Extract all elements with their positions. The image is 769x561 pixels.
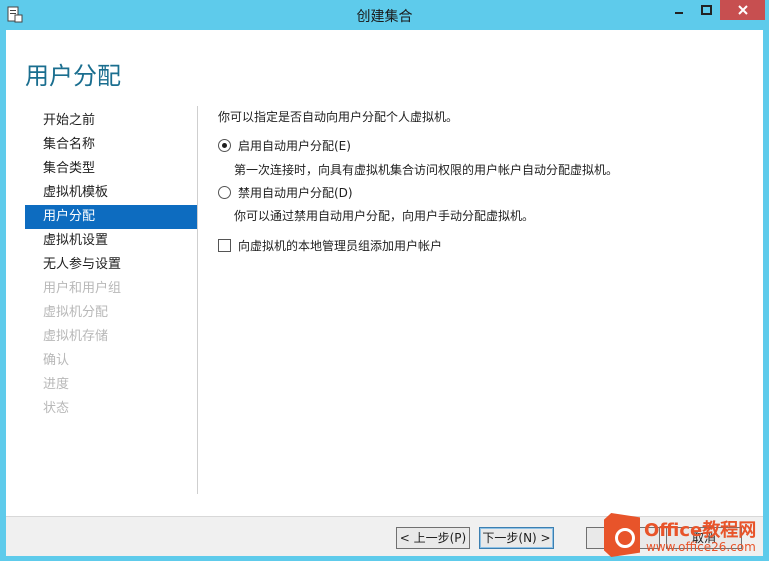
wizard-body: 用户分配 开始之前 集合名称 集合类型 虚拟机模板 用户分配 虚拟机设置 无人参… [6,30,763,556]
page-title: 用户分配 [25,62,121,90]
next-button[interactable]: 下一步(N) > [479,527,554,549]
nav-item-collection-name[interactable]: 集合名称 [25,133,197,157]
nav-item-confirmation: 确认 [43,353,70,368]
disable-auto-assignment-label[interactable]: 禁用自动用户分配(D) [238,184,353,201]
title-bar: 创建集合 [0,0,769,30]
disable-auto-assignment-option[interactable]: 禁用自动用户分配(D) [218,184,353,201]
nav-item-before-you-begin[interactable]: 开始之前 [25,109,197,133]
divider [197,106,198,494]
minimize-button[interactable] [666,0,692,20]
add-to-local-admins-option[interactable]: 向虚拟机的本地管理员组添加用户帐户 [218,237,442,254]
enable-auto-assignment-option[interactable]: 启用自动用户分配(E) [218,137,351,154]
nav-item-vm-allocation: 虚拟机分配 [43,305,109,320]
nav-item-users-groups: 用户和用户组 [43,281,122,296]
nav-item-vm-template[interactable]: 虚拟机模板 [25,181,197,205]
radio-selected-icon[interactable] [218,139,231,152]
nav-item-user-assignment[interactable]: 用户分配 [25,205,197,229]
watermark-title: Office教程网 [644,520,757,541]
window-title: 创建集合 [356,9,413,25]
enable-auto-assignment-label[interactable]: 启用自动用户分配(E) [238,137,351,154]
minimize-icon [675,12,683,14]
add-to-local-admins-label[interactable]: 向虚拟机的本地管理员组添加用户帐户 [238,237,442,254]
nav-item-vm-settings[interactable]: 虚拟机设置 [25,229,197,253]
maximize-button[interactable] [693,0,719,20]
nav-item-vm-storage: 虚拟机存储 [43,329,109,344]
office-logo-icon [604,513,640,557]
maximize-icon [700,5,712,15]
watermark: Office教程网 www.office26.com [600,510,769,561]
watermark-url: www.office26.com [646,540,756,554]
enable-auto-assignment-desc: 第一次连接时，向具有虚拟机集合访问权限的用户帐户自动分配虚拟机。 [234,163,619,177]
radio-unselected-icon[interactable] [218,186,231,199]
nav-item-progress: 进度 [43,377,70,392]
previous-button[interactable]: < 上一步(P) [396,527,470,549]
wizard-step-list: 开始之前 集合名称 集合类型 虚拟机模板 用户分配 虚拟机设置 无人参与设置 用… [25,109,197,421]
checkbox[interactable] [218,239,231,252]
nav-item-status: 状态 [43,401,70,416]
intro-text: 你可以指定是否自动向用户分配个人虚拟机。 [218,110,459,124]
close-button[interactable] [720,0,765,20]
disable-auto-assignment-desc: 你可以通过禁用自动用户分配，向用户手动分配虚拟机。 [234,209,535,223]
nav-item-unattended-settings[interactable]: 无人参与设置 [25,253,197,277]
main-content: 你可以指定是否自动向用户分配个人虚拟机。 启用自动用户分配(E) 第一次连接时，… [218,108,618,253]
close-icon [737,5,748,15]
nav-item-collection-type[interactable]: 集合类型 [25,157,197,181]
